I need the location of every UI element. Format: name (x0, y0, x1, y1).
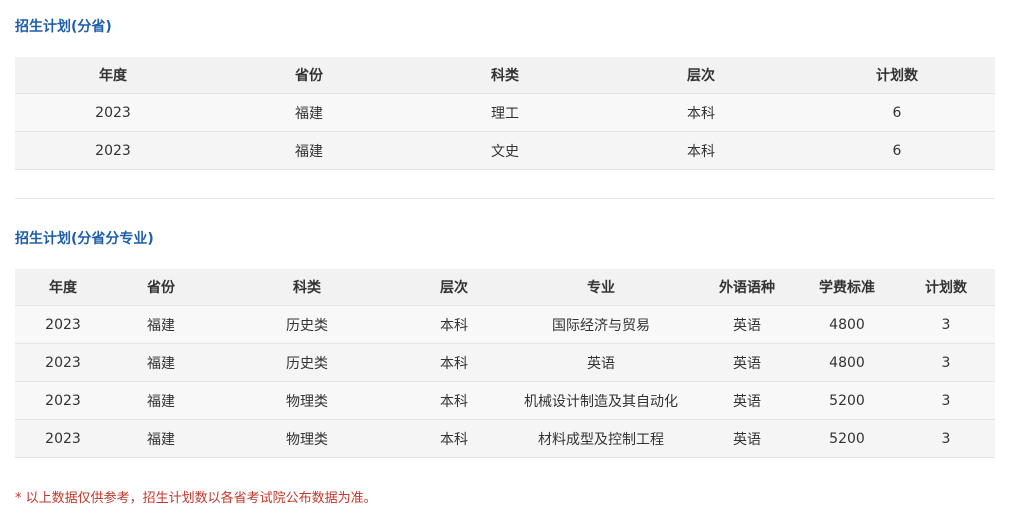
plan-by-major-table: 年度 省份 科类 层次 专业 外语语种 学费标准 计划数 2023 福建 历史类… (15, 269, 995, 458)
cell-tuition: 5200 (797, 381, 897, 420)
cell-category: 历史类 (211, 343, 403, 382)
cell-category: 物理类 (211, 381, 403, 420)
cell-tuition: 4800 (797, 343, 897, 382)
cell-tuition: 5200 (797, 419, 897, 458)
cell-major: 材料成型及控制工程 (505, 419, 697, 458)
cell-foreign-language: 英语 (697, 381, 797, 420)
cell-category: 理工 (407, 93, 603, 132)
cell-plan-count: 6 (799, 131, 995, 170)
cell-level: 本科 (603, 93, 799, 132)
col-header-year: 年度 (15, 57, 211, 94)
table-row: 2023 福建 文史 本科 6 (15, 131, 995, 170)
table-row: 2023 福建 物理类 本科 机械设计制造及其自动化 英语 5200 3 (15, 381, 995, 420)
table-header-row: 年度 省份 科类 层次 专业 外语语种 学费标准 计划数 (15, 269, 995, 306)
cell-level: 本科 (403, 305, 505, 344)
cell-year: 2023 (15, 381, 111, 420)
col-header-plan-count: 计划数 (897, 269, 995, 306)
cell-year: 2023 (15, 131, 211, 170)
cell-foreign-language: 英语 (697, 305, 797, 344)
cell-province: 福建 (111, 343, 211, 382)
col-header-province: 省份 (111, 269, 211, 306)
cell-plan-count: 3 (897, 305, 995, 344)
cell-category: 历史类 (211, 305, 403, 344)
cell-major: 机械设计制造及其自动化 (505, 381, 697, 420)
col-header-category: 科类 (211, 269, 403, 306)
cell-foreign-language: 英语 (697, 419, 797, 458)
cell-category: 文史 (407, 131, 603, 170)
cell-level: 本科 (403, 381, 505, 420)
section-divider (15, 198, 995, 199)
cell-plan-count: 3 (897, 419, 995, 458)
table-header-row: 年度 省份 科类 层次 计划数 (15, 57, 995, 94)
cell-province: 福建 (111, 381, 211, 420)
table-row: 2023 福建 历史类 本科 国际经济与贸易 英语 4800 3 (15, 305, 995, 344)
cell-category: 物理类 (211, 419, 403, 458)
col-header-year: 年度 (15, 269, 111, 306)
col-header-major: 专业 (505, 269, 697, 306)
cell-province: 福建 (111, 419, 211, 458)
col-header-foreign-language: 外语语种 (697, 269, 797, 306)
section-title-plan-by-major: 招生计划(分省分专业) (15, 231, 154, 247)
cell-province: 福建 (211, 131, 407, 170)
cell-major: 国际经济与贸易 (505, 305, 697, 344)
table-row: 2023 福建 物理类 本科 材料成型及控制工程 英语 5200 3 (15, 419, 995, 458)
cell-year: 2023 (15, 419, 111, 458)
cell-level: 本科 (603, 131, 799, 170)
cell-year: 2023 (15, 305, 111, 344)
table-row: 2023 福建 历史类 本科 英语 英语 4800 3 (15, 343, 995, 382)
cell-province: 福建 (211, 93, 407, 132)
plan-by-province-table: 年度 省份 科类 层次 计划数 2023 福建 理工 本科 6 2023 福建 … (15, 57, 995, 170)
col-header-plan-count: 计划数 (799, 57, 995, 94)
col-header-tuition: 学费标准 (797, 269, 897, 306)
table-row: 2023 福建 理工 本科 6 (15, 93, 995, 132)
cell-foreign-language: 英语 (697, 343, 797, 382)
cell-tuition: 4800 (797, 305, 897, 344)
cell-level: 本科 (403, 343, 505, 382)
cell-province: 福建 (111, 305, 211, 344)
section-title-plan-by-province: 招生计划(分省) (15, 19, 112, 35)
cell-level: 本科 (403, 419, 505, 458)
cell-major: 英语 (505, 343, 697, 382)
cell-plan-count: 3 (897, 381, 995, 420)
col-header-level: 层次 (403, 269, 505, 306)
col-header-category: 科类 (407, 57, 603, 94)
footnote: * 以上数据仅供参考，招生计划数以各省考试院公布数据为准。 (15, 491, 377, 506)
cell-plan-count: 6 (799, 93, 995, 132)
col-header-level: 层次 (603, 57, 799, 94)
col-header-province: 省份 (211, 57, 407, 94)
cell-plan-count: 3 (897, 343, 995, 382)
cell-year: 2023 (15, 343, 111, 382)
cell-year: 2023 (15, 93, 211, 132)
